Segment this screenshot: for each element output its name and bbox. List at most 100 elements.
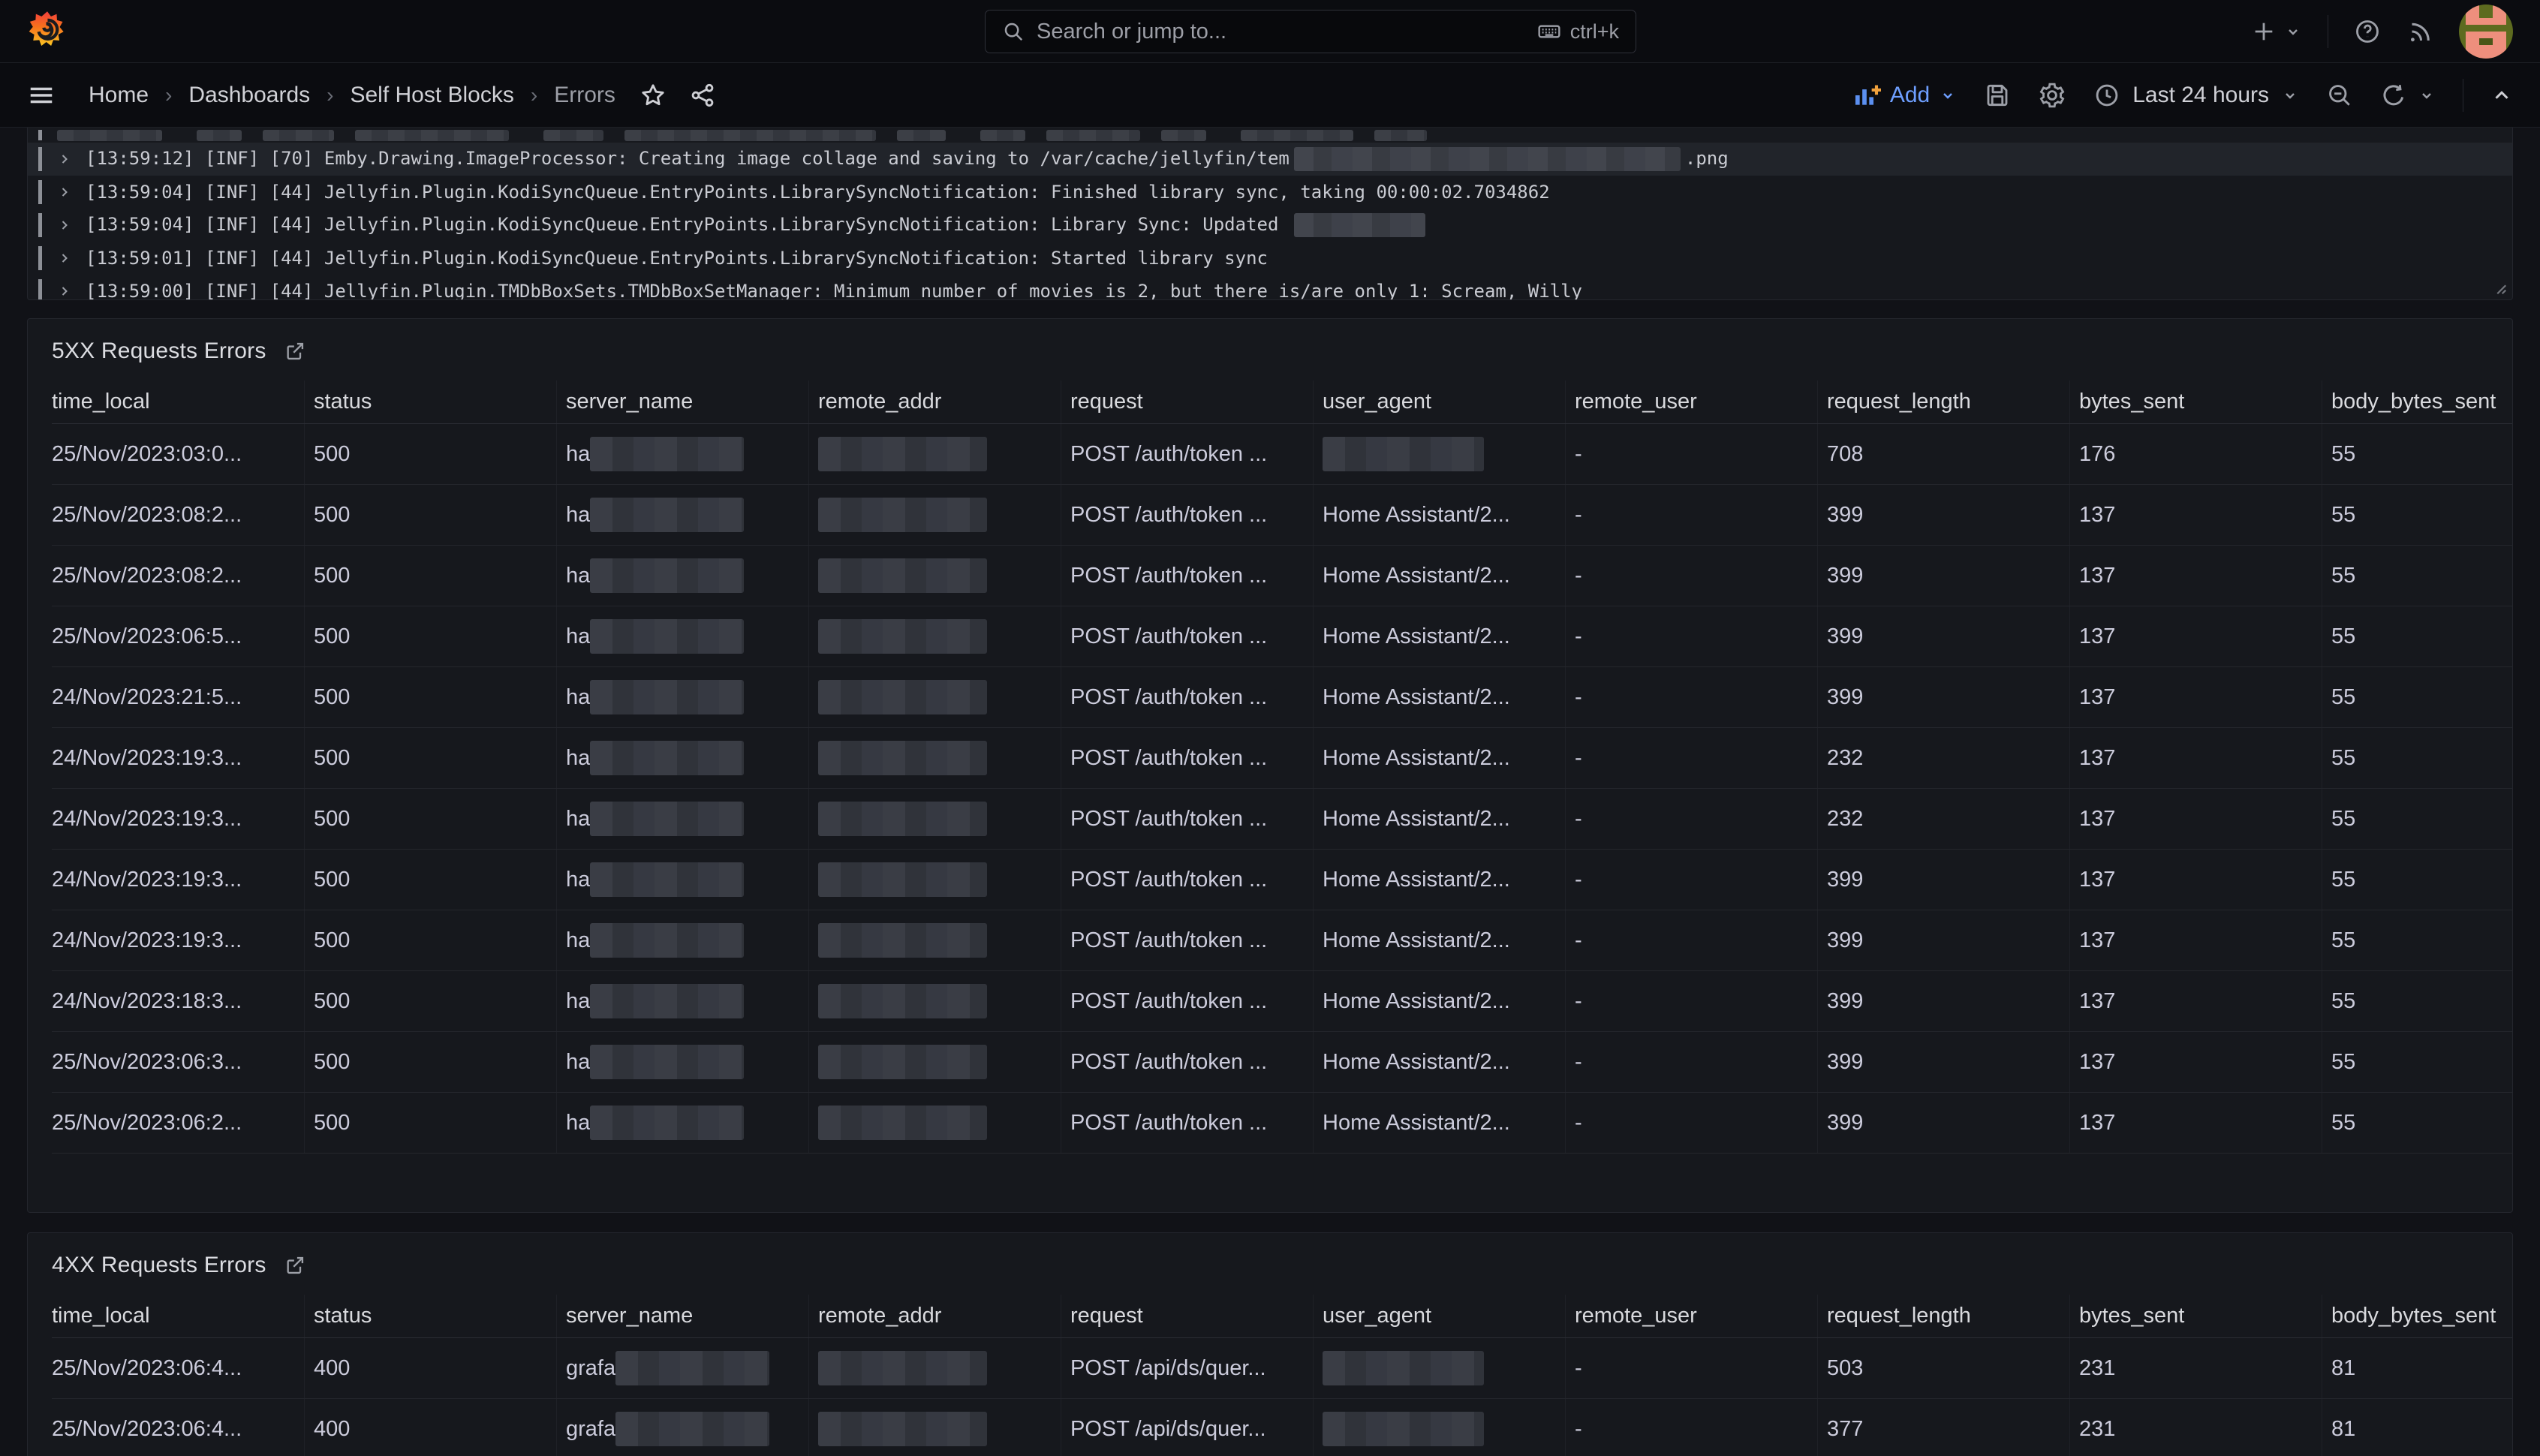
- add-panel-button[interactable]: Add: [1852, 81, 1957, 110]
- external-link-icon[interactable]: [284, 341, 305, 362]
- log-row: [13:59:12] [INF] [70] Emby.Drawing.Image…: [28, 143, 2512, 176]
- cell-remote: [808, 850, 1061, 910]
- log-level-bar: [38, 213, 42, 237]
- favorite-star-icon[interactable]: [640, 82, 667, 109]
- column-header-request_length[interactable]: request_length: [1817, 1295, 2069, 1337]
- log-expand-chevron-icon[interactable]: [57, 185, 72, 200]
- column-header-time_local[interactable]: time_local: [52, 381, 304, 423]
- column-header-user_agent[interactable]: user_agent: [1313, 381, 1565, 423]
- topnav-actions: [2251, 5, 2513, 59]
- breadcrumb-self-host-blocks[interactable]: Self Host Blocks: [350, 83, 513, 108]
- cell-body_bytes_sent: 55: [2322, 728, 2513, 788]
- cell-request: POST /auth/token ...: [1061, 728, 1313, 788]
- save-dashboard-icon[interactable]: [1984, 82, 2011, 109]
- cell-bytes_sent: 137: [2069, 485, 2322, 545]
- column-header-body_bytes_sent[interactable]: body_bytes_sent: [2322, 1295, 2513, 1337]
- cell-body_bytes_sent: 55: [2322, 910, 2513, 970]
- cell-body_bytes_sent: 55: [2322, 546, 2513, 606]
- table-row: 24/Nov/2023:19:3...500haPOST /auth/token…: [52, 910, 2513, 971]
- cell-request_length: 399: [1817, 606, 2069, 666]
- cell-request_length: 399: [1817, 910, 2069, 970]
- refresh-icon[interactable]: [2380, 82, 2407, 109]
- time-range-label: Last 24 hours: [2132, 83, 2269, 108]
- dashboard-settings-gear-icon[interactable]: [2038, 81, 2066, 110]
- new-plus-button[interactable]: [2251, 19, 2302, 44]
- cell-server: ha: [556, 850, 808, 910]
- panel-resize-handle[interactable]: [2491, 279, 2508, 296]
- cell-user_agent: [1313, 424, 1565, 484]
- time-range-picker[interactable]: Last 24 hours: [2093, 82, 2299, 109]
- column-header-status[interactable]: status: [304, 381, 556, 423]
- redacted-blur: [624, 130, 876, 141]
- cell-remote_user: -: [1565, 1338, 1817, 1398]
- redacted-blur: [615, 1412, 769, 1446]
- cell-remote_user: -: [1565, 789, 1817, 849]
- cell-request_length: 399: [1817, 1093, 2069, 1153]
- table-row: 25/Nov/2023:06:2...500haPOST /auth/token…: [52, 1093, 2513, 1154]
- cell-status: 500: [304, 789, 556, 849]
- user-avatar[interactable]: [2459, 5, 2513, 59]
- cell-status: 500: [304, 424, 556, 484]
- search-placeholder: Search or jump to...: [1037, 20, 1226, 44]
- cell-time: 24/Nov/2023:19:3...: [52, 728, 304, 788]
- column-header-time_local[interactable]: time_local: [52, 1295, 304, 1337]
- column-header-body_bytes_sent[interactable]: body_bytes_sent: [2322, 381, 2513, 423]
- cell-body_bytes_sent: 55: [2322, 424, 2513, 484]
- column-header-server_name[interactable]: server_name: [556, 1295, 808, 1337]
- cell-status: 500: [304, 546, 556, 606]
- column-header-request[interactable]: request: [1061, 1295, 1313, 1337]
- add-chart-icon: [1852, 81, 1881, 110]
- redacted-blur: [818, 984, 987, 1018]
- panel-title: 5XX Requests Errors: [52, 338, 266, 364]
- column-header-request[interactable]: request: [1061, 381, 1313, 423]
- redacted-blur: [818, 1106, 987, 1140]
- chevron-down-icon: [2284, 23, 2302, 41]
- cell-server: ha: [556, 1093, 808, 1153]
- cell-time: 25/Nov/2023:03:0...: [52, 424, 304, 484]
- cell-status: 500: [304, 728, 556, 788]
- cell-remote_user: -: [1565, 728, 1817, 788]
- keyboard-icon: [1537, 20, 1561, 44]
- cell-time: 25/Nov/2023:08:2...: [52, 546, 304, 606]
- breadcrumb-dashboards[interactable]: Dashboards: [188, 83, 310, 108]
- log-expand-chevron-icon[interactable]: [57, 152, 72, 167]
- log-expand-chevron-icon[interactable]: [57, 251, 72, 266]
- refresh-interval-chevron-icon[interactable]: [2418, 86, 2436, 104]
- collapse-toolbar-chevron-up-icon[interactable]: [2490, 84, 2513, 107]
- search-input[interactable]: Search or jump to... ctrl+k: [985, 10, 1636, 53]
- news-rss-icon[interactable]: [2406, 18, 2433, 45]
- help-icon[interactable]: [2354, 18, 2381, 45]
- redacted-blur: [1294, 147, 1681, 171]
- cell-server: ha: [556, 910, 808, 970]
- cell-bytes_sent: 137: [2069, 1093, 2322, 1153]
- panel-header: 5XX Requests Errors: [52, 334, 2512, 369]
- grafana-logo-icon[interactable]: [27, 10, 68, 53]
- log-message: [13:59:01] [INF] [44] Jellyfin.Plugin.Ko…: [86, 248, 1268, 269]
- column-header-user_agent[interactable]: user_agent: [1313, 1295, 1565, 1337]
- cell-remote_user: -: [1565, 606, 1817, 666]
- table-row: 25/Nov/2023:06:5...500haPOST /auth/token…: [52, 606, 2513, 667]
- dashboard-quick-actions: [640, 82, 716, 109]
- log-message: [13:59:04] [INF] [44] Jellyfin.Plugin.Ko…: [86, 182, 1550, 203]
- share-icon[interactable]: [689, 82, 716, 109]
- panel-5xx-requests-errors: 5XX Requests Errors time_localstatusserv…: [27, 318, 2513, 1213]
- cell-user_agent: Home Assistant/2...: [1313, 971, 1565, 1031]
- column-header-remote_addr[interactable]: remote_addr: [808, 1295, 1061, 1337]
- column-header-bytes_sent[interactable]: bytes_sent: [2069, 1295, 2322, 1337]
- column-header-bytes_sent[interactable]: bytes_sent: [2069, 381, 2322, 423]
- column-header-server_name[interactable]: server_name: [556, 381, 808, 423]
- zoom-out-time-icon[interactable]: [2326, 82, 2353, 109]
- cell-request_length: 232: [1817, 728, 2069, 788]
- log-expand-chevron-icon[interactable]: [57, 218, 72, 233]
- cell-remote_user: -: [1565, 1093, 1817, 1153]
- menu-hamburger-icon[interactable]: [27, 81, 56, 110]
- log-expand-chevron-icon[interactable]: [57, 284, 72, 299]
- external-link-icon[interactable]: [284, 1255, 305, 1276]
- column-header-remote_user[interactable]: remote_user: [1565, 381, 1817, 423]
- breadcrumb-home[interactable]: Home: [89, 83, 149, 108]
- column-header-request_length[interactable]: request_length: [1817, 381, 2069, 423]
- redacted-blur: [897, 130, 946, 141]
- column-header-remote_user[interactable]: remote_user: [1565, 1295, 1817, 1337]
- column-header-remote_addr[interactable]: remote_addr: [808, 381, 1061, 423]
- column-header-status[interactable]: status: [304, 1295, 556, 1337]
